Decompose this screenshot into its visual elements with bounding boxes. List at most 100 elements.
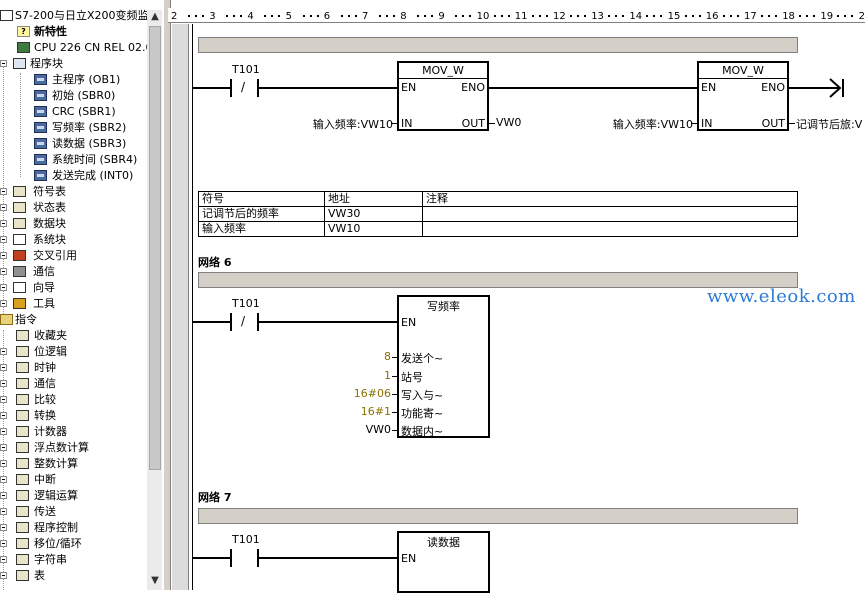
- nc-contact-symbol[interactable]: /: [241, 314, 245, 328]
- expand-toggle[interactable]: [0, 300, 7, 307]
- mov2-in-operand[interactable]: 输入频率:VW10: [606, 116, 693, 132]
- table-row: 记调节后的频率 VW30: [198, 206, 798, 222]
- ruler-dot: [393, 15, 395, 17]
- ruler-dot: [531, 15, 534, 17]
- communication-icon: [13, 266, 26, 277]
- param-station[interactable]: 1: [340, 369, 391, 382]
- expand-toggle[interactable]: [0, 428, 7, 435]
- scroll-up-icon[interactable]: ▲: [148, 10, 162, 24]
- mov-w-box-2[interactable]: MOV_W EN ENO IN OUT: [697, 61, 789, 131]
- param-function-reg[interactable]: 16#1: [340, 405, 391, 418]
- write-frequency-box[interactable]: 写频率 EN 发送个~ 站号 写入与~ 功能寄~ 数据内~: [397, 295, 490, 438]
- read-data-box[interactable]: 读数据 EN: [397, 531, 490, 593]
- ruler-dot: [500, 15, 503, 17]
- nc-contact-symbol[interactable]: /: [241, 80, 245, 94]
- bit-logic-icon: [16, 346, 29, 357]
- network-7-label[interactable]: 网络 7: [198, 489, 231, 505]
- expand-toggle[interactable]: [0, 220, 7, 227]
- expand-toggle[interactable]: [0, 396, 7, 403]
- expand-toggle[interactable]: [0, 284, 7, 291]
- ruler-dot: [469, 15, 472, 17]
- expand-toggle[interactable]: [0, 444, 7, 451]
- expand-toggle[interactable]: [0, 524, 7, 531]
- pane-splitter[interactable]: [163, 0, 171, 590]
- ruler-dot: [736, 15, 739, 17]
- mov1-out-operand[interactable]: VW0: [496, 116, 521, 129]
- expand-toggle[interactable]: [0, 348, 7, 355]
- ruler-dot: [722, 15, 725, 17]
- ruler-dot: [240, 15, 243, 17]
- ruler-dot: [615, 15, 618, 17]
- expand-toggle[interactable]: [0, 572, 7, 579]
- ruler-dot: [271, 15, 274, 17]
- ruler-dot: [577, 15, 579, 17]
- project-tree[interactable]: S7-200与日立X200变频监 ? 新特性 CPU 226 CN REL 02…: [0, 0, 163, 590]
- ruler-dot: [233, 15, 236, 17]
- ruler-tick-label: 14: [629, 11, 643, 22]
- ruler-dot: [806, 15, 809, 17]
- convert-icon: [16, 410, 29, 421]
- mov2-out-operand[interactable]: 记调节后旅:V: [796, 116, 865, 132]
- ruler-dot: [462, 15, 465, 17]
- expand-toggle[interactable]: [0, 508, 7, 515]
- param-write[interactable]: 16#06: [340, 387, 391, 400]
- shift-rotate-icon: [16, 538, 29, 549]
- mov1-in-operand[interactable]: 输入频率:VW10: [306, 116, 393, 132]
- ruler-dot: [278, 15, 281, 17]
- expand-toggle[interactable]: [0, 556, 7, 563]
- contact-bar: [230, 549, 232, 567]
- collapse-toggle[interactable]: [0, 60, 7, 67]
- rung-wire: [193, 87, 230, 89]
- expand-toggle[interactable]: [0, 492, 7, 499]
- ruler-tick-label: 13: [591, 11, 604, 22]
- ruler-tick-label: 18: [782, 11, 795, 22]
- cpu-icon: [17, 42, 30, 53]
- param-send-count[interactable]: 8: [340, 350, 391, 363]
- expand-toggle[interactable]: [0, 380, 7, 387]
- network-6-label[interactable]: 网络 6: [198, 254, 231, 270]
- project-label: S7-200与日立X200变频监: [15, 9, 149, 22]
- tree-scrollbar-thumb[interactable]: [149, 26, 161, 470]
- rung-continue-arrow-icon: [829, 78, 844, 98]
- expand-toggle[interactable]: [0, 460, 7, 467]
- ruler-dot: [545, 15, 548, 17]
- ruler-dot: [729, 15, 732, 17]
- ruler-dot: [660, 15, 663, 17]
- project-icon: [0, 10, 13, 21]
- ruler-tick-label: 12: [553, 11, 566, 22]
- ruler-tick-label: 4: [247, 11, 254, 22]
- ruler-tick-label: 2: [171, 11, 178, 22]
- ruler-dot: [768, 15, 770, 17]
- expand-toggle[interactable]: [0, 540, 7, 547]
- expand-toggle[interactable]: [0, 204, 7, 211]
- network-comment-bar[interactable]: [198, 508, 798, 524]
- symbol-info-table: 符号 地址 注释 记调节后的频率 VW30 输入频率 VW10: [198, 191, 798, 237]
- param-data[interactable]: VW0: [340, 423, 391, 436]
- expand-toggle[interactable]: [0, 412, 7, 419]
- ruler-tick-label: 17: [744, 11, 757, 22]
- subroutine-icon: [34, 138, 47, 149]
- ruler-dot: [431, 15, 434, 17]
- favorites-icon: [16, 330, 29, 341]
- ruler-dot: [698, 15, 701, 17]
- ruler-dot: [608, 15, 611, 17]
- program-control-icon: [16, 522, 29, 533]
- rung-wire: [489, 87, 698, 89]
- expand-toggle[interactable]: [0, 476, 7, 483]
- scroll-down-icon[interactable]: ▼: [148, 574, 162, 588]
- network-comment-bar[interactable]: [198, 37, 798, 53]
- symbol-table-icon: [13, 186, 26, 197]
- subroutine-icon: [34, 90, 47, 101]
- contact-t101-label: T101: [232, 297, 260, 310]
- expand-toggle[interactable]: [0, 236, 7, 243]
- ruler-dot: [775, 15, 777, 17]
- expand-toggle[interactable]: [0, 268, 7, 275]
- expand-toggle[interactable]: [0, 252, 7, 259]
- ruler-dot: [646, 15, 649, 17]
- mov-w-box-1[interactable]: MOV_W EN ENO IN OUT: [397, 61, 489, 131]
- expand-toggle[interactable]: [0, 364, 7, 371]
- move-icon: [16, 506, 29, 517]
- expand-toggle[interactable]: [0, 188, 7, 195]
- ruler-dot: [264, 15, 267, 17]
- ruler-dot: [691, 15, 694, 17]
